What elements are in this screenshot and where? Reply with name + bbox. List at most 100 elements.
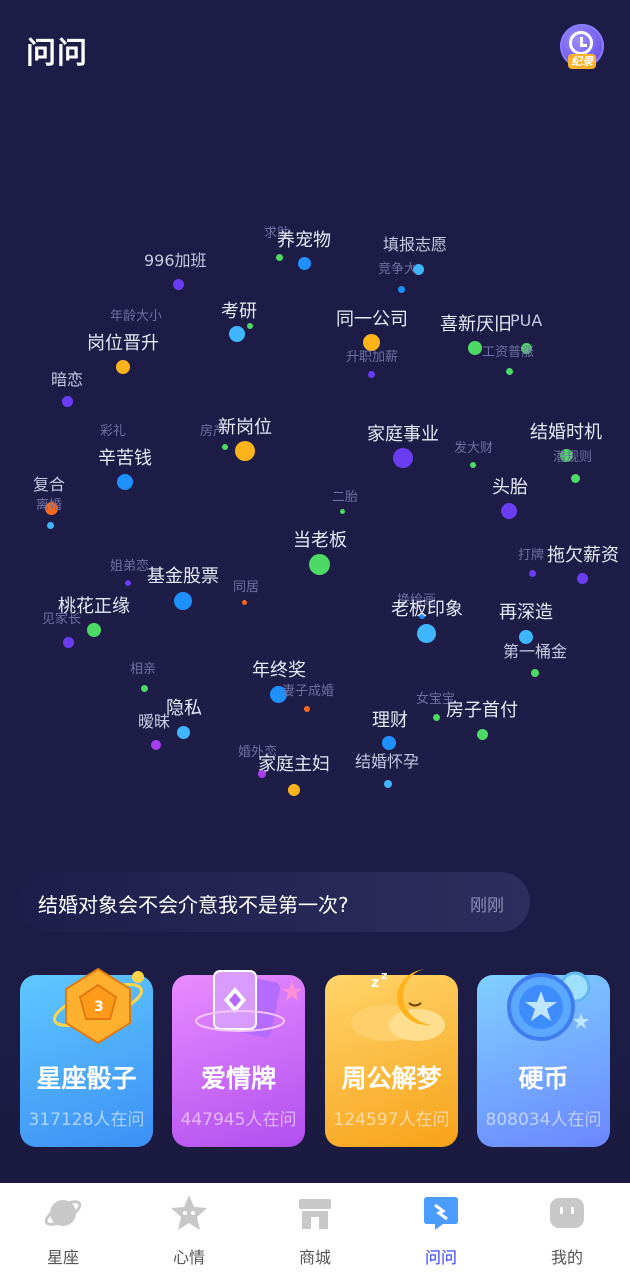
topic-tag[interactable]: 头胎 bbox=[492, 473, 528, 499]
topic-tag[interactable]: 二胎 bbox=[332, 486, 358, 505]
cloud-dot bbox=[247, 323, 253, 329]
topic-tag[interactable]: 彩礼 bbox=[100, 420, 126, 439]
topic-tag[interactable]: 新岗位 bbox=[218, 413, 272, 439]
cloud-dot bbox=[177, 726, 190, 739]
card-title: 硬币 bbox=[518, 1064, 569, 1093]
topic-tag[interactable]: 复合 bbox=[33, 471, 65, 495]
cloud-dot bbox=[433, 714, 440, 721]
topic-cloud: 求助 养宠物 填报志愿 996加班 竞争大 年龄大小 考研 同一公司 喜新厌旧 … bbox=[0, 200, 630, 820]
topic-tag[interactable]: 结婚怀孕 bbox=[355, 748, 419, 772]
latest-question-bar[interactable]: 结婚对象会不会介意我不是第一次? 刚刚 bbox=[20, 872, 530, 932]
topic-tag[interactable]: 同居 bbox=[233, 576, 259, 595]
card-dream-interpretation[interactable]: z z 周公解梦 124597人在问 bbox=[325, 969, 458, 1147]
cloud-dot bbox=[276, 254, 283, 261]
card-constellation-dice[interactable]: 3 星座骰子 317128人在问 bbox=[20, 967, 153, 1147]
tab-label: 问问 bbox=[424, 1248, 457, 1267]
topic-tag[interactable]: 工资普涨 bbox=[482, 341, 534, 360]
cloud-dot bbox=[235, 441, 255, 461]
cloud-dot bbox=[384, 780, 392, 788]
tab-label: 我的 bbox=[550, 1248, 583, 1267]
cloud-dot bbox=[368, 371, 375, 378]
cloud-dot bbox=[141, 685, 148, 692]
topic-tag[interactable]: 理财 bbox=[372, 706, 408, 732]
profile-icon bbox=[550, 1198, 584, 1228]
topic-tag[interactable]: 离婚 bbox=[36, 494, 62, 513]
coin-icon bbox=[507, 971, 591, 1041]
tab-store[interactable]: 商城 bbox=[252, 1183, 378, 1280]
topic-tag[interactable]: 发大财 bbox=[454, 437, 493, 456]
topic-tag[interactable]: 暗恋 bbox=[51, 366, 83, 390]
tab-profile[interactable]: 我的 bbox=[504, 1183, 630, 1280]
chat-icon bbox=[424, 1197, 458, 1230]
topic-tag[interactable]: 升职加薪 bbox=[346, 346, 398, 365]
cloud-dot bbox=[571, 474, 580, 483]
card-count: 808034人在问 bbox=[485, 1110, 602, 1130]
cloud-dot bbox=[288, 784, 300, 796]
topic-tag[interactable]: 喜新厌旧 bbox=[440, 310, 512, 336]
cloud-dot bbox=[87, 623, 101, 637]
topic-tag[interactable]: 潜规则 bbox=[553, 446, 592, 465]
cloud-dot bbox=[173, 279, 184, 290]
topic-tag[interactable]: 同一公司 bbox=[336, 305, 408, 331]
topic-tag[interactable]: 家庭主妇 bbox=[258, 750, 330, 776]
cloud-dot bbox=[506, 368, 513, 375]
topic-tag[interactable]: 当老板 bbox=[293, 526, 347, 552]
topic-tag[interactable]: 996加班 bbox=[144, 247, 207, 271]
topic-tag[interactable]: 暧昧 bbox=[138, 708, 170, 732]
topic-tag[interactable]: 相亲 bbox=[130, 658, 156, 677]
question-time: 刚刚 bbox=[470, 896, 504, 916]
planet-icon bbox=[44, 1200, 82, 1226]
topic-tag[interactable]: 隐私 bbox=[166, 694, 202, 720]
topic-tag[interactable]: 房子首付 bbox=[446, 696, 518, 722]
tab-ask[interactable]: 问问 bbox=[378, 1183, 504, 1280]
question-text: 结婚对象会不会介意我不是第一次? bbox=[38, 893, 349, 917]
topic-tag[interactable]: 第一桶金 bbox=[503, 638, 567, 662]
topic-tag[interactable]: 再深造 bbox=[499, 598, 553, 624]
topic-tag[interactable]: 老板印象 bbox=[391, 595, 463, 621]
topic-tag[interactable]: 养宠物 bbox=[277, 226, 331, 252]
topic-tag[interactable]: 岗位晋升 bbox=[87, 329, 159, 355]
cloud-dot bbox=[298, 257, 311, 270]
topic-tag[interactable]: 年龄大小 bbox=[110, 305, 162, 324]
topic-tag[interactable]: PUA bbox=[510, 311, 542, 330]
topic-tag[interactable]: 结婚时机 bbox=[530, 418, 602, 444]
cloud-dot bbox=[531, 669, 539, 677]
topic-tag[interactable]: 打牌 bbox=[518, 544, 544, 563]
cloud-dot bbox=[417, 624, 436, 643]
cloud-dot bbox=[47, 522, 54, 529]
store-icon bbox=[299, 1199, 331, 1229]
dice-icon: 3 bbox=[53, 967, 144, 1045]
cloud-dot bbox=[477, 729, 488, 740]
cloud-dot bbox=[529, 570, 536, 577]
card-count: 124597人在问 bbox=[333, 1110, 450, 1130]
topic-tag[interactable]: 考研 bbox=[221, 297, 257, 323]
cloud-dot bbox=[125, 580, 131, 586]
topic-tag[interactable]: 竞争大 bbox=[378, 258, 417, 277]
cloud-dot bbox=[393, 448, 413, 468]
clock-icon bbox=[569, 31, 593, 55]
cloud-dot bbox=[501, 503, 517, 519]
topic-tag[interactable]: 家庭事业 bbox=[367, 420, 439, 446]
tab-constellation[interactable]: 星座 bbox=[0, 1183, 126, 1280]
cloud-dot bbox=[304, 706, 310, 712]
tab-mood[interactable]: 心情 bbox=[126, 1183, 252, 1280]
card-love-tarot[interactable]: 爱情牌 447945人在问 bbox=[172, 970, 305, 1147]
card-title: 星座骰子 bbox=[36, 1064, 137, 1093]
topic-tag[interactable]: 见家长 bbox=[42, 608, 81, 627]
topic-tag[interactable]: 辛苦钱 bbox=[98, 444, 152, 470]
topic-tag[interactable]: 年终奖 bbox=[252, 656, 306, 682]
cloud-dot bbox=[229, 326, 245, 342]
cloud-dot bbox=[398, 286, 405, 293]
topic-tag[interactable]: 妻子成婚 bbox=[282, 680, 334, 699]
card-coin[interactable]: 硬币 808034人在问 bbox=[477, 971, 610, 1147]
topic-tag[interactable]: 填报志愿 bbox=[383, 231, 447, 255]
card-count: 447945人在问 bbox=[180, 1110, 297, 1130]
cloud-dot bbox=[577, 573, 588, 584]
topic-tag[interactable]: 基金股票 bbox=[147, 562, 219, 588]
record-button[interactable]: 纪录 bbox=[560, 24, 604, 69]
tab-label: 商城 bbox=[298, 1248, 331, 1267]
card-title: 爱情牌 bbox=[200, 1064, 276, 1093]
topic-tag[interactable]: 姐弟恋 bbox=[110, 555, 149, 574]
topic-tag[interactable]: 拖欠薪资 bbox=[547, 541, 619, 567]
cloud-dot bbox=[470, 462, 476, 468]
